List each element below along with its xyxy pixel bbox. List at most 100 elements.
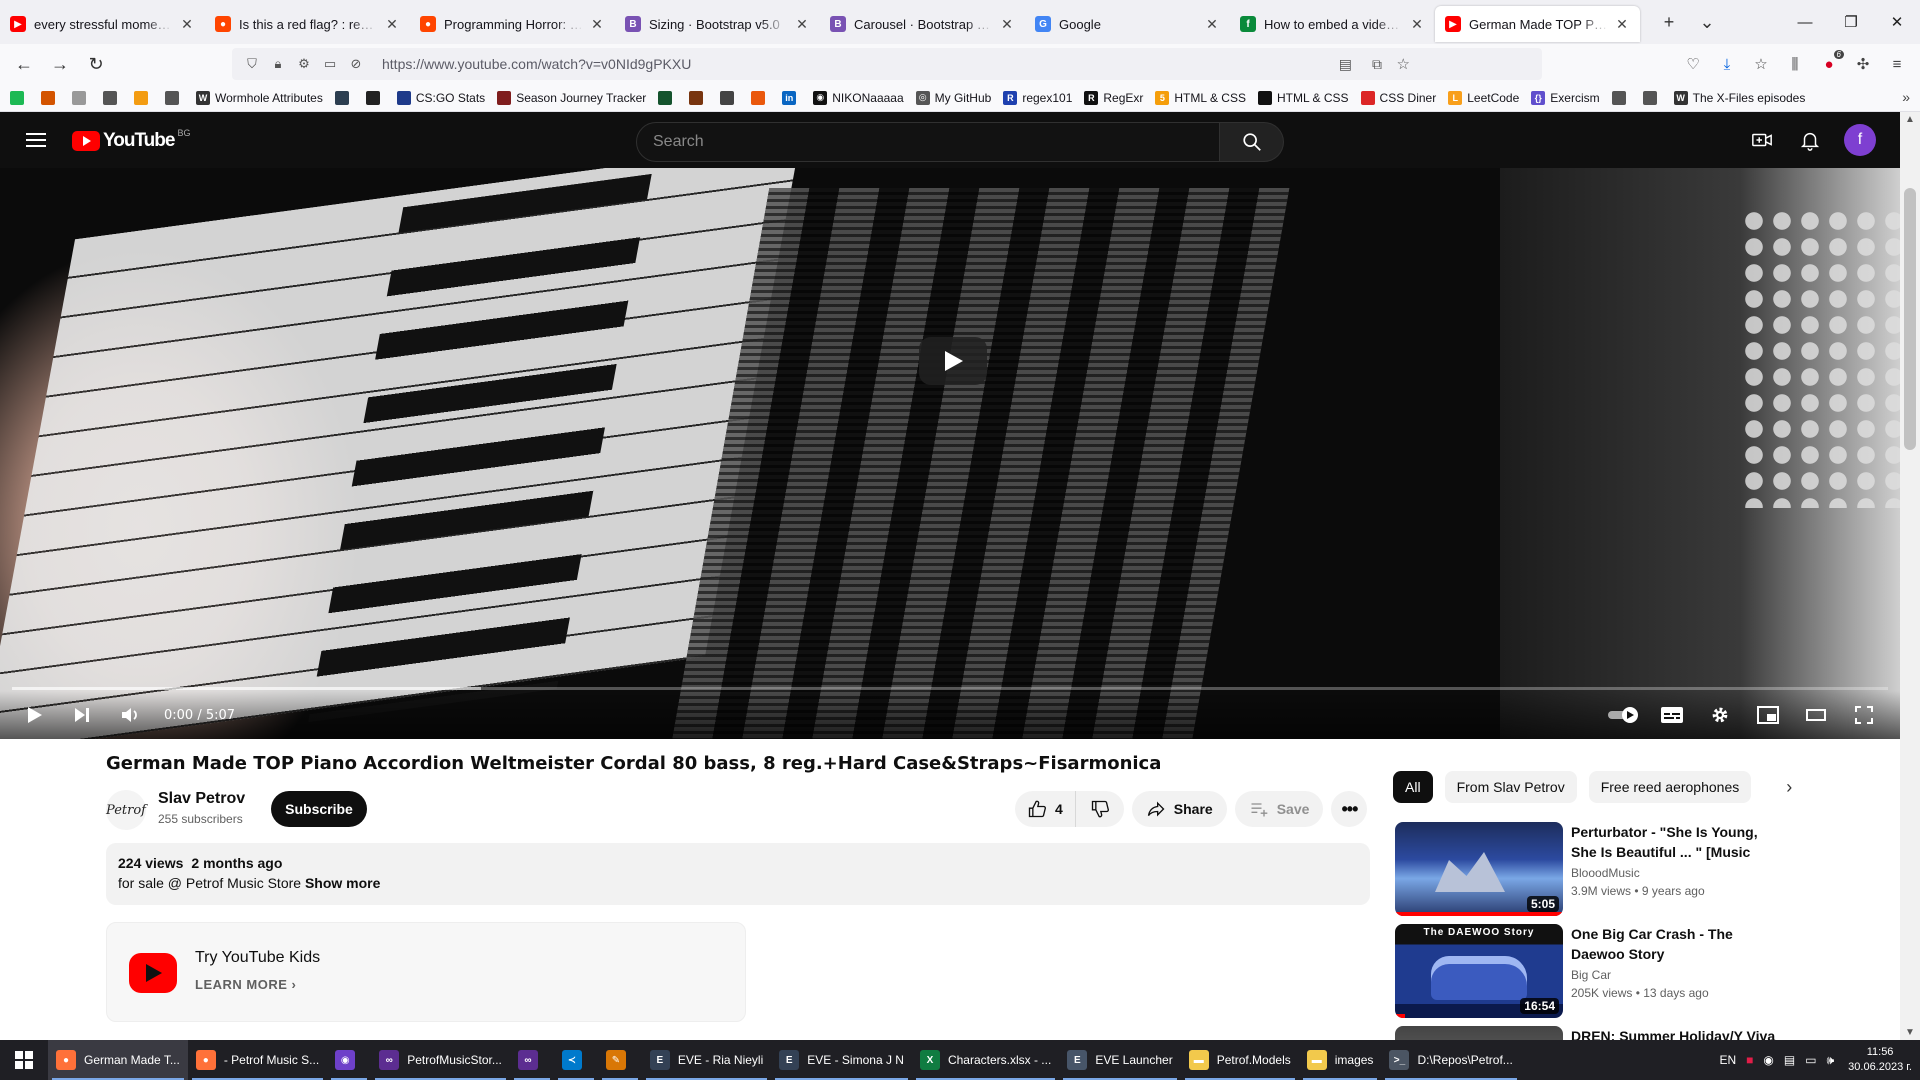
taskbar-app[interactable]: ✎	[598, 1040, 642, 1080]
play-button[interactable]	[10, 691, 58, 739]
mute-button[interactable]	[106, 691, 154, 739]
browser-tab[interactable]: ● Is this a red flag? : recruitingh ✕	[205, 6, 410, 42]
bookmark-item[interactable]	[1642, 90, 1662, 105]
settings-button[interactable]	[1696, 691, 1744, 739]
recommendation-thumbnail[interactable]	[1395, 1026, 1563, 1040]
subtitles-button[interactable]	[1648, 691, 1696, 739]
bookmark-item[interactable]: CS:GO Stats	[396, 90, 485, 105]
bookmark-item[interactable]	[165, 90, 184, 105]
bookmark-item[interactable]	[1611, 90, 1631, 105]
notifications-button[interactable]	[1786, 120, 1834, 160]
bookmark-item[interactable]: W The X-Files episodes	[1673, 90, 1805, 105]
recommendation-thumbnail[interactable]: 5:05	[1395, 822, 1563, 916]
bookmark-item[interactable]	[751, 90, 770, 105]
taskbar-app[interactable]: ● German Made T...	[48, 1040, 188, 1080]
taskbar-app[interactable]: ◉	[327, 1040, 371, 1080]
show-more-button[interactable]: Show more	[305, 875, 380, 891]
miniplayer-button[interactable]	[1744, 691, 1792, 739]
close-tab-icon[interactable]: ✕	[1204, 16, 1220, 33]
theater-mode-button[interactable]	[1792, 691, 1840, 739]
bookmark-item[interactable]	[689, 90, 708, 105]
close-tab-icon[interactable]: ✕	[589, 16, 605, 33]
youtube-logo[interactable]: YouTube BG	[72, 128, 190, 152]
progress-bar[interactable]	[12, 687, 1888, 690]
scrollbar-thumb[interactable]	[1904, 188, 1916, 450]
address-bar[interactable]: ⛉ 🔒︎ ⚙ ▭ ⊘ https://www.youtube.com/watch…	[232, 48, 1542, 80]
lock-icon[interactable]: 🔒︎	[268, 56, 288, 72]
permissions-icon[interactable]: ⚙	[294, 56, 314, 72]
downloads-icon[interactable]: ⤓	[1710, 48, 1744, 80]
bookmark-item[interactable]	[720, 90, 739, 105]
forward-button[interactable]: →	[42, 48, 78, 80]
video-player[interactable]: 0:00 / 5:07	[0, 168, 1900, 739]
close-tab-icon[interactable]: ✕	[794, 16, 810, 33]
extension-badge-icon[interactable]: ● 6	[1812, 48, 1846, 80]
next-button[interactable]	[58, 691, 106, 739]
reload-button[interactable]: ↻	[78, 48, 114, 80]
browser-tab[interactable]: B Carousel · Bootstrap v5.3 ✕	[820, 6, 1025, 42]
bookmark-item[interactable]: in	[782, 90, 801, 105]
subscribe-button[interactable]: Subscribe	[271, 791, 367, 827]
camera-blocked-icon[interactable]: ▭	[320, 56, 340, 72]
browser-tab[interactable]: G Google ✕	[1025, 6, 1230, 42]
kids-learn-more-link[interactable]: LEARN MORE ›	[195, 977, 296, 992]
bookmark-item[interactable]: L LeetCode	[1448, 90, 1519, 105]
taskbar-app[interactable]: ▬ images	[1299, 1040, 1382, 1080]
extensions-icon[interactable]: ✣	[1846, 48, 1880, 80]
save-button[interactable]: Save	[1234, 791, 1324, 827]
scroll-up-arrow-icon[interactable]: ▲	[1905, 114, 1915, 125]
scroll-down-arrow-icon[interactable]: ▼	[1905, 1027, 1915, 1038]
autoplay-toggle[interactable]	[1600, 691, 1648, 739]
recommendation-item[interactable]: The DAEWOO Story 16:54 One Big Car Crash…	[1395, 924, 1900, 1018]
filter-chip[interactable]: From Slav Petrov	[1444, 771, 1577, 803]
taskbar-app[interactable]: ∞	[510, 1040, 554, 1080]
browser-tab[interactable]: ● Programming Horror: Sharin ✕	[410, 6, 615, 42]
taskbar-app[interactable]: ≺	[554, 1040, 598, 1080]
back-button[interactable]: ←	[6, 48, 42, 80]
bookmark-item[interactable]: Season Journey Tracker	[497, 90, 646, 105]
large-play-button[interactable]	[919, 337, 987, 385]
url-text[interactable]: https://www.youtube.com/watch?v=v0NId9gP…	[382, 56, 691, 72]
autoplay-blocked-icon[interactable]: ⊘	[346, 56, 366, 72]
bookmark-item[interactable]: ◉ NIKONaaaaa	[813, 90, 904, 105]
create-video-button[interactable]	[1738, 120, 1786, 160]
fullscreen-button[interactable]	[1840, 691, 1888, 739]
browser-tab[interactable]: B Sizing · Bootstrap v5.0 ✕	[615, 6, 820, 42]
bookmark-item[interactable]	[334, 90, 354, 105]
taskbar-app[interactable]: X Characters.xlsx - ...	[912, 1040, 1059, 1080]
picture-in-picture-icon[interactable]: ⧉	[1372, 56, 1382, 73]
reader-view-icon[interactable]: ▤	[1339, 56, 1352, 73]
close-tab-icon[interactable]: ✕	[1409, 16, 1425, 33]
share-button[interactable]: Share	[1131, 791, 1227, 827]
bookmark-item[interactable]: ◎ My GitHub	[915, 90, 991, 105]
network-icon[interactable]: ▭	[1805, 1053, 1816, 1067]
taskbar-app[interactable]: E EVE - Simona J N	[771, 1040, 912, 1080]
app-menu-icon[interactable]: ≡	[1880, 48, 1914, 80]
antivirus-tray-icon[interactable]: ■	[1746, 1053, 1753, 1067]
bookmark-item[interactable]: CSS Diner	[1360, 90, 1436, 105]
more-bookmarks-chevron-icon[interactable]: »	[1902, 89, 1910, 105]
bookmark-item[interactable]: {} Exercism	[1531, 90, 1600, 105]
bookmark-item[interactable]	[10, 90, 29, 105]
action-center-icon[interactable]: ▤	[1784, 1053, 1795, 1067]
channel-name[interactable]: Slav Petrov	[158, 790, 245, 808]
bookmark-item[interactable]	[658, 90, 677, 105]
taskbar-app[interactable]: ● - Petrof Music S...	[188, 1040, 327, 1080]
account-avatar[interactable]: f	[1844, 124, 1876, 156]
browser-tab[interactable]: f How to embed a video using ✕	[1230, 6, 1435, 42]
like-button[interactable]: 4	[1015, 791, 1076, 827]
library-icon[interactable]: ⫼	[1778, 48, 1812, 80]
browser-tab[interactable]: ▶ German Made TOP Piano Ac ✕	[1435, 6, 1640, 42]
start-button[interactable]	[0, 1040, 48, 1080]
close-tab-icon[interactable]: ✕	[1614, 16, 1630, 33]
taskbar-app[interactable]: ▬ Petrof.Models	[1181, 1040, 1299, 1080]
channel-avatar[interactable]: Petrof	[106, 790, 146, 830]
browser-tab[interactable]: ▶ every stressful moment of se ✕	[0, 6, 205, 42]
tracking-protection-icon[interactable]: ⛉	[242, 56, 262, 72]
close-tab-icon[interactable]: ✕	[384, 16, 400, 33]
pocket-icon[interactable]: ♡	[1676, 48, 1710, 80]
list-all-tabs-button[interactable]: ⌄	[1688, 12, 1726, 33]
bookmark-item[interactable]: Rregex101	[1003, 90, 1072, 105]
bookmark-item[interactable]	[41, 90, 60, 105]
close-window-button[interactable]: ✕	[1874, 0, 1920, 44]
